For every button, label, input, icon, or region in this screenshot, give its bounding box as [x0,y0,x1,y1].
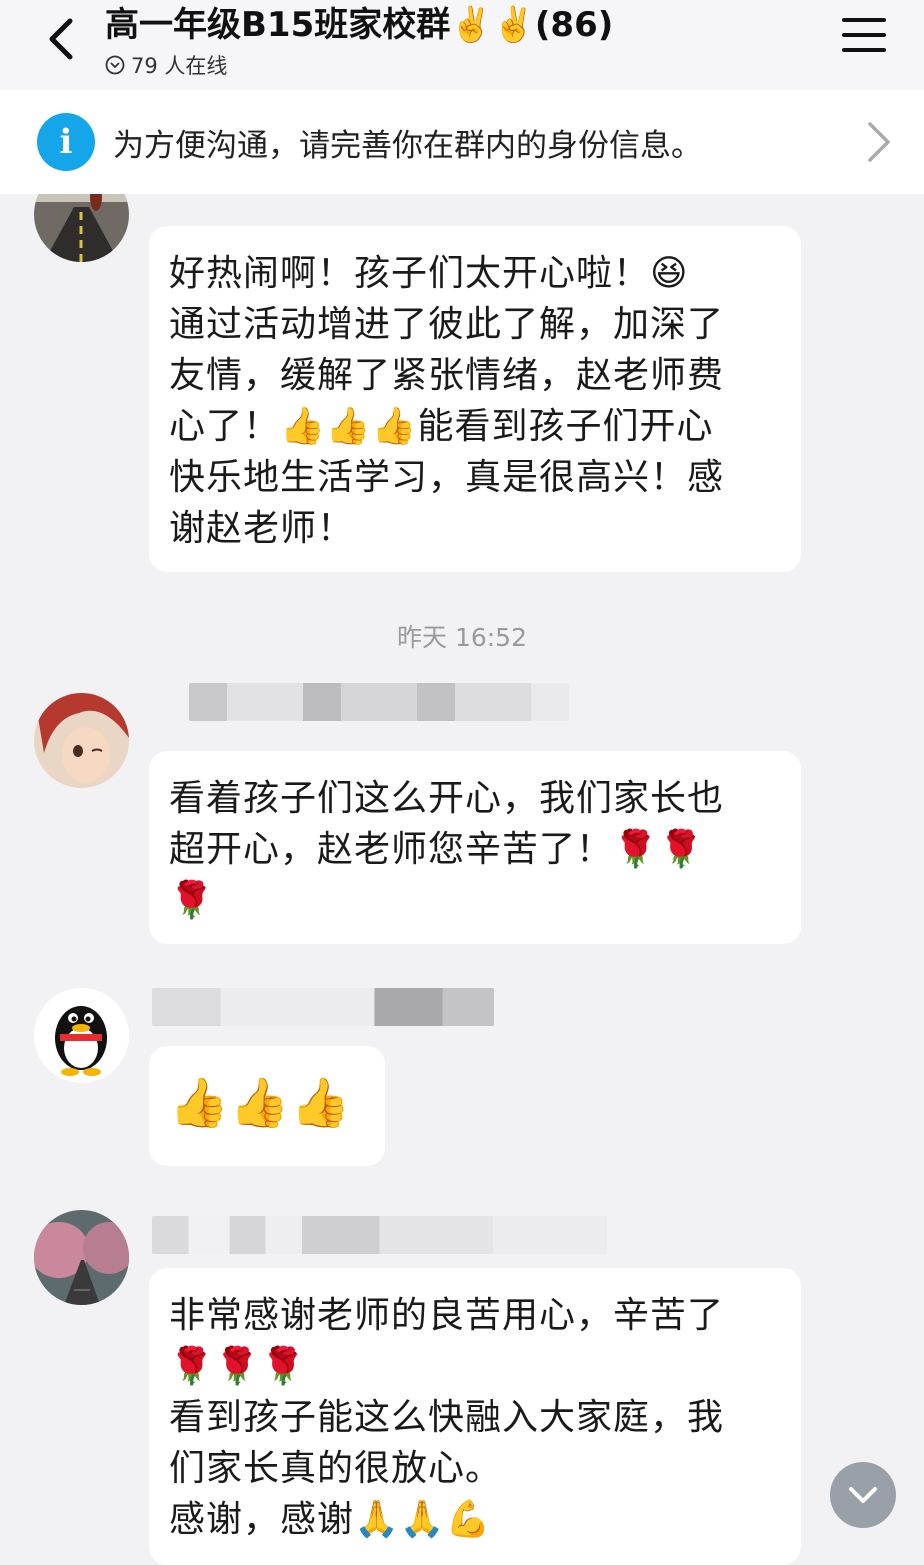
info-icon: i [37,113,95,171]
avatar[interactable] [34,693,129,788]
message-text: 👍👍👍 [169,1075,352,1131]
sender-name-redacted [189,683,569,721]
sender-name-redacted [152,988,494,1026]
menu-button[interactable] [842,18,886,58]
chevron-right-icon [868,122,890,162]
message-text: 非常感谢老师的良苦用心，辛苦了 🌹🌹🌹 看到孩子能这么快融入大家庭，我 们家长真… [169,1295,725,1540]
message-text: 好热闹啊！孩子们太开心啦！😆 通过活动增进了彼此了解，加深了 友情，缓解了紧张情… [169,253,725,549]
message-bubble[interactable]: 好热闹啊！孩子们太开心啦！😆 通过活动增进了彼此了解，加深了 友情，缓解了紧张情… [149,226,801,572]
message-bubble[interactable]: 👍👍👍 [149,1046,385,1166]
menu-icon [842,18,886,22]
message-text: 看着孩子们这么开心，我们家长也 超开心，赵老师您辛苦了！🌹🌹 🌹 [169,778,725,921]
sender-name-redacted [152,1216,607,1254]
avatar[interactable] [34,988,129,1083]
chevron-left-icon [49,18,73,60]
group-title[interactable]: 高一年级B15班家校群✌️✌️(86) [105,4,613,46]
identity-notice-bar[interactable]: i 为方便沟通，请完善你在群内的身份信息。 [0,90,924,194]
chevron-down-circle-icon [105,55,125,75]
message-bubble[interactable]: 非常感谢老师的良苦用心，辛苦了 🌹🌹🌹 看到孩子能这么快融入大家庭，我 们家长真… [149,1268,801,1565]
chevron-down-icon [849,1487,877,1503]
online-count: 79 人在线 [131,54,228,78]
timestamp: 昨天 16:52 [397,623,527,652]
back-button[interactable] [38,14,82,64]
penguin-icon [34,988,129,1083]
message-bubble[interactable]: 看着孩子们这么开心，我们家长也 超开心，赵老师您辛苦了！🌹🌹 🌹 [149,751,801,944]
chat-header: 高一年级B15班家校群✌️✌️(86) 79 人在线 [0,0,924,90]
online-status: 79 人在线 [105,50,613,80]
avatar[interactable] [34,1210,129,1305]
notice-text: 为方便沟通，请完善你在群内的身份信息。 [113,128,702,164]
scroll-to-bottom-button[interactable] [830,1462,896,1528]
